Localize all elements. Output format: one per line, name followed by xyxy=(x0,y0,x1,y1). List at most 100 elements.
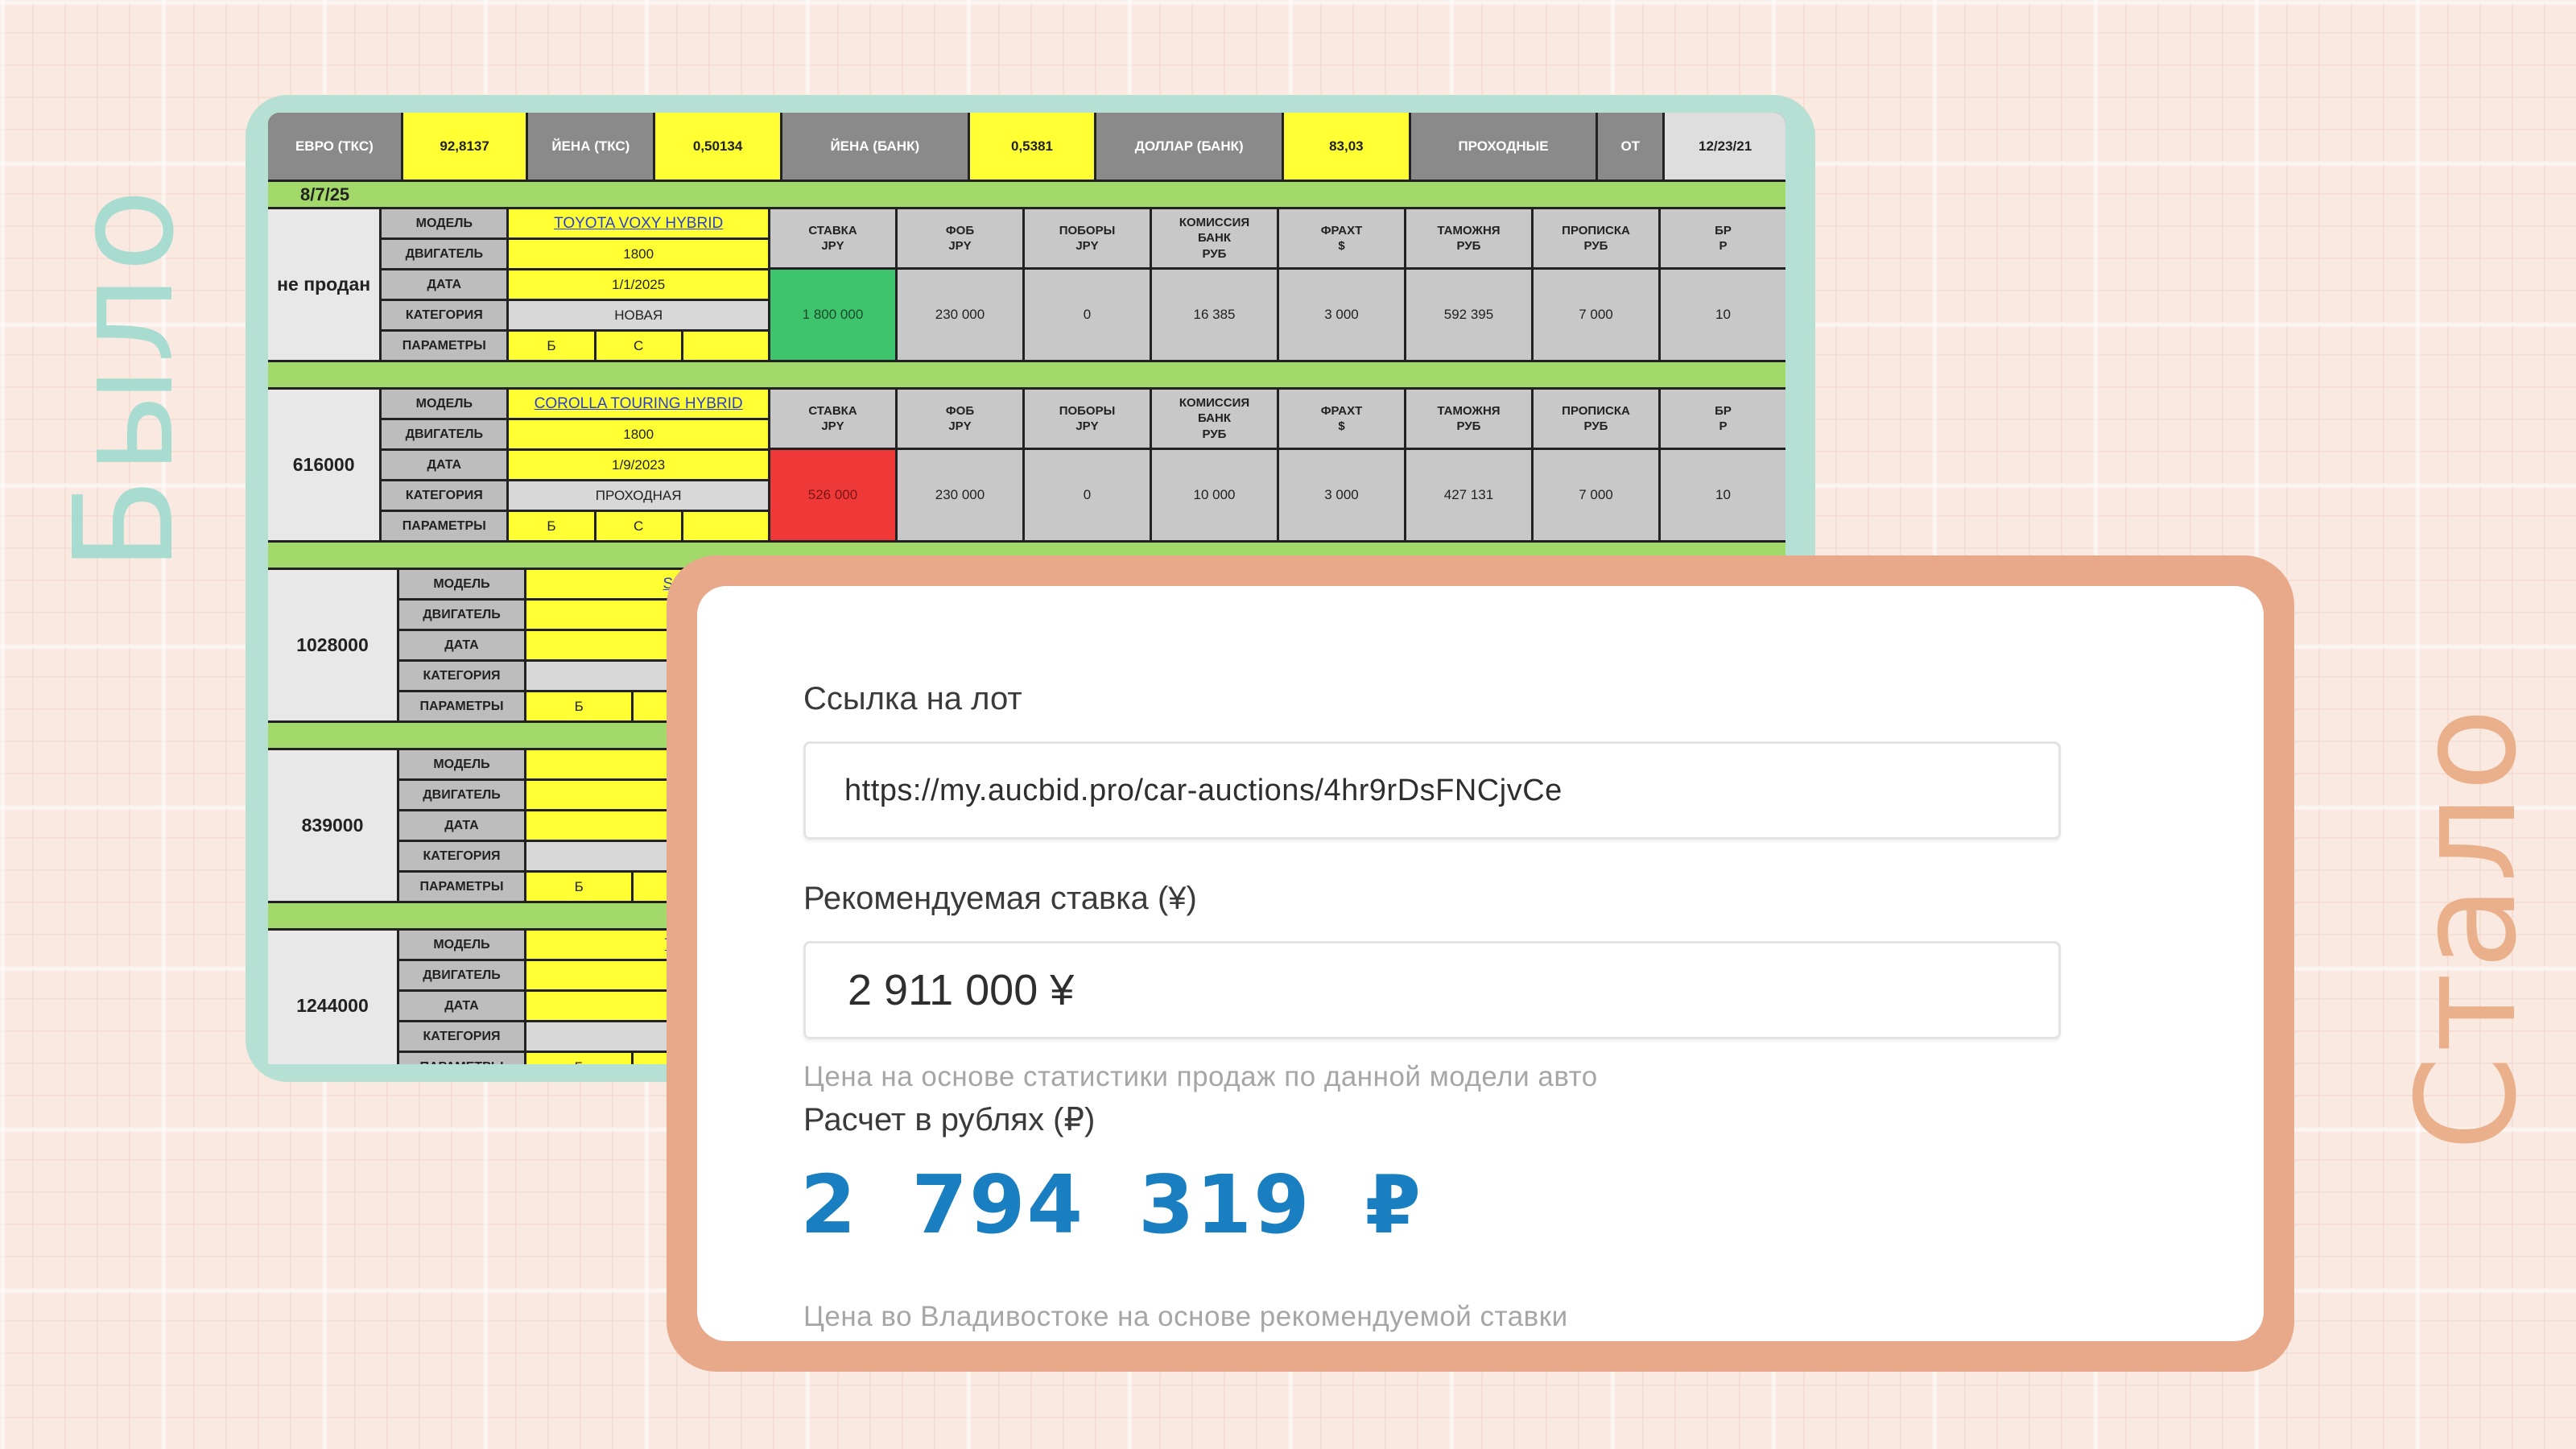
header-cell: ЙЕНА (БАНК) xyxy=(782,113,968,180)
header-cell: 0,50134 xyxy=(655,113,780,180)
detail-value: 1/1/2025 xyxy=(509,270,768,299)
cost-header: ПОБОРЫ JPY xyxy=(1025,390,1150,448)
calculator-card: Ссылка на лот https://my.aucbid.pro/car-… xyxy=(697,586,2264,1341)
model-link[interactable]: TOYOTA VOXY HYBRID xyxy=(509,209,768,237)
link-input-value: https://my.aucbid.pro/car-auctions/4hr9r… xyxy=(844,773,1563,807)
rub-hint: Цена во Владивостоке на основе рекоменду… xyxy=(803,1301,1568,1332)
detail-label: КАТЕГОРИЯ xyxy=(382,301,507,329)
cost-value: 10 xyxy=(1661,450,1785,540)
detail-value: 1800 xyxy=(509,240,768,268)
detail-value: ПРОХОДНАЯ xyxy=(509,481,768,510)
detail-label: ДВИГАТЕЛЬ xyxy=(399,601,524,629)
header-cell: 92,8137 xyxy=(402,113,526,180)
cost-table: СТАВКА JPY ФОБ JPY ПОБОРЫ JPY КОМИССИЯ БАНК РУБ Ф… xyxy=(770,390,1785,540)
car-status: 839000 xyxy=(268,750,397,901)
cost-header: БР Р xyxy=(1661,390,1785,448)
detail-label: ДВИГАТЕЛЬ xyxy=(382,420,507,448)
bid-input-value: 2 911 000 ¥ xyxy=(848,966,1075,1014)
cost-value: 10 000 xyxy=(1152,450,1277,540)
cost-header: ТАМОЖНЯ РУБ xyxy=(1406,390,1531,448)
header-cell: 83,03 xyxy=(1283,113,1409,180)
detail-label: ДАТА xyxy=(399,811,524,840)
cost-value: 16 385 xyxy=(1152,270,1277,360)
header-cell: 0,5381 xyxy=(969,113,1095,180)
exchange-rate-header: ЕВРО (ТКС) 92,8137 ЙЕНА (ТКС) 0,50134 ЙЕНА (… xyxy=(268,113,1785,182)
cost-table: СТАВКА JPY ФОБ JPY ПОБОРЫ JPY КОМИССИЯ БАНК РУБ Ф… xyxy=(770,209,1785,360)
detail-label: ДАТА xyxy=(399,631,524,659)
cost-header: СТАВКА JPY xyxy=(770,209,895,267)
cost-value: 3 000 xyxy=(1279,270,1404,360)
bid-cell: 1 800 000 xyxy=(770,270,895,360)
header-cell: 12/23/21 xyxy=(1665,113,1785,180)
cost-header: ПРОПИСКА РУБ xyxy=(1534,390,1658,448)
cost-value: 7 000 xyxy=(1534,450,1658,540)
param-value: Б xyxy=(526,692,632,720)
detail-label: КАТЕГОРИЯ xyxy=(399,662,524,690)
detail-label: ДВИГАТЕЛЬ xyxy=(399,781,524,809)
cost-header: БР Р xyxy=(1661,209,1785,267)
bid-cell: 526 000 xyxy=(770,450,895,540)
cost-header: ТАМОЖНЯ РУБ xyxy=(1406,209,1531,267)
rub-label: Расчет в рублях (₽) xyxy=(803,1102,1096,1137)
bid-hint: Цена на основе статистики продаж по данн… xyxy=(803,1061,1598,1092)
param-value: С xyxy=(596,512,681,540)
date-band-text: 8/7/25 xyxy=(300,184,350,204)
detail-label: КАТЕГОРИЯ xyxy=(382,481,507,510)
param-value xyxy=(683,332,768,360)
cost-value: 230 000 xyxy=(898,450,1022,540)
param-value: Б xyxy=(526,1053,632,1064)
bid-input[interactable]: 2 911 000 ¥ xyxy=(803,941,2061,1039)
link-label: Ссылка на лот xyxy=(803,681,1022,716)
link-input[interactable]: https://my.aucbid.pro/car-auctions/4hr9r… xyxy=(803,741,2061,840)
cost-header: КОМИССИЯ БАНК РУБ xyxy=(1152,209,1277,267)
detail-label: ДАТА xyxy=(382,270,507,299)
header-cell: ОТ xyxy=(1598,113,1663,180)
detail-label: КАТЕГОРИЯ xyxy=(399,842,524,870)
param-value: Б xyxy=(526,873,632,901)
detail-label: ДВИГАТЕЛЬ xyxy=(399,961,524,989)
cost-value: 592 395 xyxy=(1406,270,1531,360)
param-value: Б xyxy=(509,332,594,360)
detail-label: ПАРАМЕТРЫ xyxy=(399,692,524,720)
detail-label: ДАТА xyxy=(382,451,507,479)
detail-label: МОДЕЛЬ xyxy=(382,209,507,237)
detail-label: МОДЕЛЬ xyxy=(382,390,507,418)
detail-label: ПАРАМЕТРЫ xyxy=(382,512,507,540)
param-value: Б xyxy=(509,512,594,540)
separator-band xyxy=(268,362,1785,390)
cost-value: 0 xyxy=(1025,450,1150,540)
after-label: Стало xyxy=(2388,704,2547,1151)
cost-header: ФОБ JPY xyxy=(898,209,1022,267)
cost-value: 3 000 xyxy=(1279,450,1404,540)
detail-value: 1800 xyxy=(509,420,768,448)
detail-value: 1/9/2023 xyxy=(509,451,768,479)
header-cell: ЙЕНА (ТКС) xyxy=(528,113,654,180)
cost-value: 0 xyxy=(1025,270,1150,360)
cost-header: ФРАХТ $ xyxy=(1279,209,1404,267)
param-value: С xyxy=(596,332,681,360)
car-status: 1244000 xyxy=(268,931,397,1064)
car-block: 616000 МОДЕЛЬ COROLLA TOURING HYBRID ДВИГАТ… xyxy=(268,390,1785,543)
car-details: МОДЕЛЬ COROLLA TOURING HYBRID ДВИГАТЕЛЬ 180… xyxy=(382,390,768,540)
header-cell: ЕВРО (ТКС) xyxy=(268,113,401,180)
rub-total: 2 794 319 ₽ xyxy=(800,1158,1423,1252)
param-value xyxy=(683,512,768,540)
header-cell: ПРОХОДНЫЕ xyxy=(1410,113,1596,180)
cost-value: 10 xyxy=(1661,270,1785,360)
detail-label: ПАРАМЕТРЫ xyxy=(399,873,524,901)
before-label: Было xyxy=(45,185,204,572)
cost-value: 427 131 xyxy=(1406,450,1531,540)
detail-label: ДАТА xyxy=(399,992,524,1020)
cost-value: 7 000 xyxy=(1534,270,1658,360)
detail-label: ПАРАМЕТРЫ xyxy=(382,332,507,360)
detail-label: ДВИГАТЕЛЬ xyxy=(382,240,507,268)
date-band: 8/7/25 xyxy=(268,182,1785,209)
cost-value: 230 000 xyxy=(898,270,1022,360)
model-link[interactable]: COROLLA TOURING HYBRID xyxy=(509,390,768,418)
bid-label: Рекомендуемая ставка (¥) xyxy=(803,881,1197,916)
detail-label: МОДЕЛЬ xyxy=(399,570,524,598)
cost-header: ПРОПИСКА РУБ xyxy=(1534,209,1658,267)
cost-header: СТАВКА JPY xyxy=(770,390,895,448)
car-status: 1028000 xyxy=(268,570,397,720)
cost-header: КОМИССИЯ БАНК РУБ xyxy=(1152,390,1277,448)
